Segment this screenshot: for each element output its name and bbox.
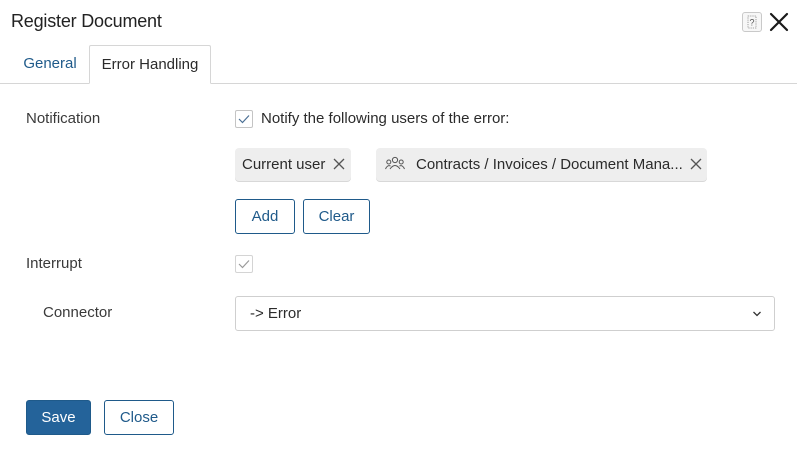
recipient-tag-label: Current user	[242, 156, 326, 173]
check-icon	[238, 115, 250, 124]
recipient-tag-group: Contracts / Invoices / Document Mana...	[376, 148, 707, 181]
connector-label: Connector	[43, 304, 113, 321]
clear-button[interactable]: Clear	[303, 199, 370, 234]
interrupt-checkbox[interactable]	[235, 255, 253, 273]
close-icon[interactable]	[768, 11, 790, 33]
connector-select-value: -> Error	[250, 305, 302, 322]
close-button[interactable]: Close	[104, 400, 174, 435]
help-button[interactable]: ?	[742, 12, 762, 32]
notification-label: Notification	[26, 110, 101, 127]
help-icon: ?	[747, 15, 757, 29]
remove-icon[interactable]	[332, 157, 346, 171]
recipient-tag-current-user: Current user	[235, 148, 351, 181]
recipient-tag-label: Contracts / Invoices / Document Mana...	[416, 156, 683, 173]
connector-select[interactable]: -> Error	[235, 296, 775, 331]
check-icon	[238, 260, 250, 269]
svg-text:?: ?	[749, 18, 754, 28]
chevron-down-icon	[753, 311, 761, 317]
save-button[interactable]: Save	[26, 400, 91, 435]
dialog-header: Register Document ?	[0, 0, 797, 45]
notify-checkbox[interactable]	[235, 110, 253, 128]
tab-bar: General Error Handling	[0, 45, 797, 84]
dialog-title: Register Document	[11, 11, 162, 31]
group-icon	[385, 156, 405, 170]
tab-error-handling[interactable]: Error Handling	[89, 45, 211, 84]
tab-general[interactable]: General	[12, 45, 88, 83]
notify-checkbox-label: Notify the following users of the error:	[261, 110, 510, 127]
add-button[interactable]: Add	[235, 199, 295, 234]
remove-icon[interactable]	[689, 157, 703, 171]
interrupt-label: Interrupt	[26, 255, 82, 272]
